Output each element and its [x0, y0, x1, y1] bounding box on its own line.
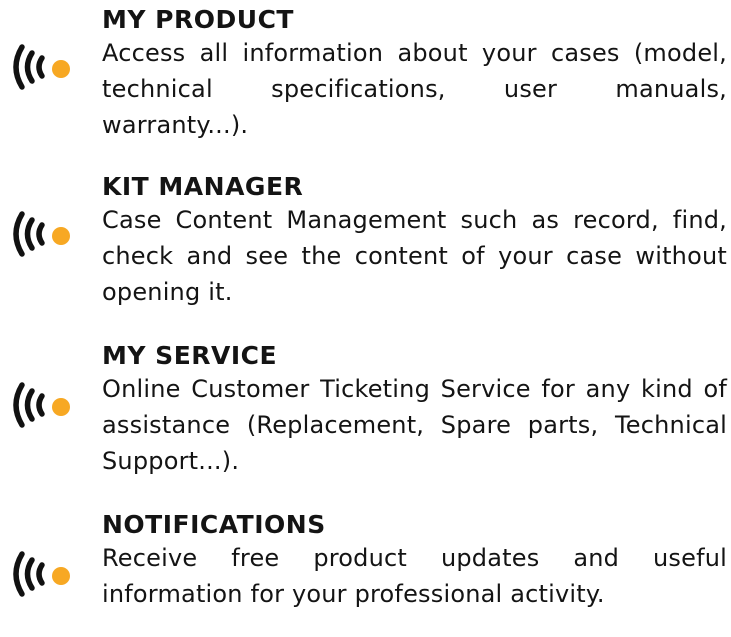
feature-description: Online Customer Ticketing Service for an… [102, 375, 727, 475]
feature-description: Case Content Management such as record, … [102, 206, 727, 306]
accent-dot [52, 567, 70, 585]
wireless-signal-icon [13, 211, 70, 257]
wireless-signal-icon [13, 382, 70, 428]
accent-dot [52, 227, 70, 245]
feature-description: Access all information about your cases … [102, 39, 727, 139]
feature-title: MY SERVICE [102, 341, 278, 370]
feature-title: KIT MANAGER [102, 172, 304, 201]
feature-title: NOTIFICATIONS [102, 510, 326, 539]
feature-description: Receive free product updates and useful … [102, 544, 727, 608]
accent-dot [52, 398, 70, 416]
wireless-signal-icon [13, 44, 70, 90]
wireless-signal-icon [13, 551, 70, 597]
accent-dot [52, 60, 70, 78]
feature-title: MY PRODUCT [102, 5, 294, 34]
